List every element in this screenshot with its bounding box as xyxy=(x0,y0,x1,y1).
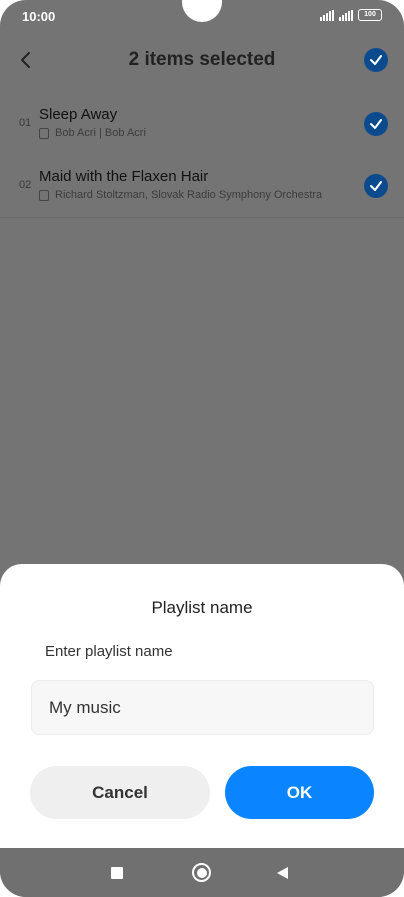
selected-check-icon[interactable] xyxy=(364,112,388,136)
list-divider xyxy=(0,217,404,218)
status-bar: 10:00 100 xyxy=(0,0,404,34)
song-artist: Bob Acri | Bob Acri xyxy=(55,127,146,139)
cancel-button[interactable]: Cancel xyxy=(30,766,210,819)
recents-square-icon[interactable] xyxy=(111,867,123,879)
dialog-label: Enter playlist name xyxy=(45,643,173,660)
status-time: 10:00 xyxy=(22,9,56,24)
ok-button[interactable]: OK xyxy=(225,766,374,819)
song-list: 01 Sleep Away Bob Acri | Bob Acri 02 Mai… xyxy=(0,94,404,218)
track-number: 01 xyxy=(19,117,32,129)
phone-storage-icon xyxy=(39,127,49,139)
signal-icon xyxy=(320,9,334,21)
phone-screen: 10:00 100 2 items selected 01 Sleep Away xyxy=(0,0,404,897)
signal-icon xyxy=(339,9,353,21)
navigation-bar xyxy=(0,848,404,897)
dialog-title: Playlist name xyxy=(151,598,253,617)
song-subtitle: Richard Stoltzman, Slovak Radio Symphony… xyxy=(39,189,344,201)
list-item[interactable]: 02 Maid with the Flaxen Hair Richard Sto… xyxy=(0,156,404,218)
battery-icon: 100 xyxy=(358,9,382,21)
song-artist: Richard Stoltzman, Slovak Radio Symphony… xyxy=(55,189,323,201)
select-all-check-icon[interactable] xyxy=(364,48,388,72)
song-title: Maid with the Flaxen Hair xyxy=(39,168,209,185)
song-subtitle: Bob Acri | Bob Acri xyxy=(39,127,344,139)
back-triangle-icon[interactable] xyxy=(277,867,288,879)
status-icons: 100 xyxy=(320,9,382,21)
playlist-name-dialog: Playlist name Enter playlist name Cancel… xyxy=(0,564,404,848)
list-item[interactable]: 01 Sleep Away Bob Acri | Bob Acri xyxy=(0,94,404,156)
camera-notch xyxy=(182,0,222,22)
track-number: 02 xyxy=(19,179,32,191)
phone-storage-icon xyxy=(39,189,49,201)
selection-header: 2 items selected xyxy=(0,38,404,82)
playlist-name-input[interactable] xyxy=(31,680,374,735)
home-circle-icon[interactable] xyxy=(192,863,211,882)
song-title: Sleep Away xyxy=(39,106,118,123)
selected-check-icon[interactable] xyxy=(364,174,388,198)
page-title: 2 items selected xyxy=(128,49,276,70)
